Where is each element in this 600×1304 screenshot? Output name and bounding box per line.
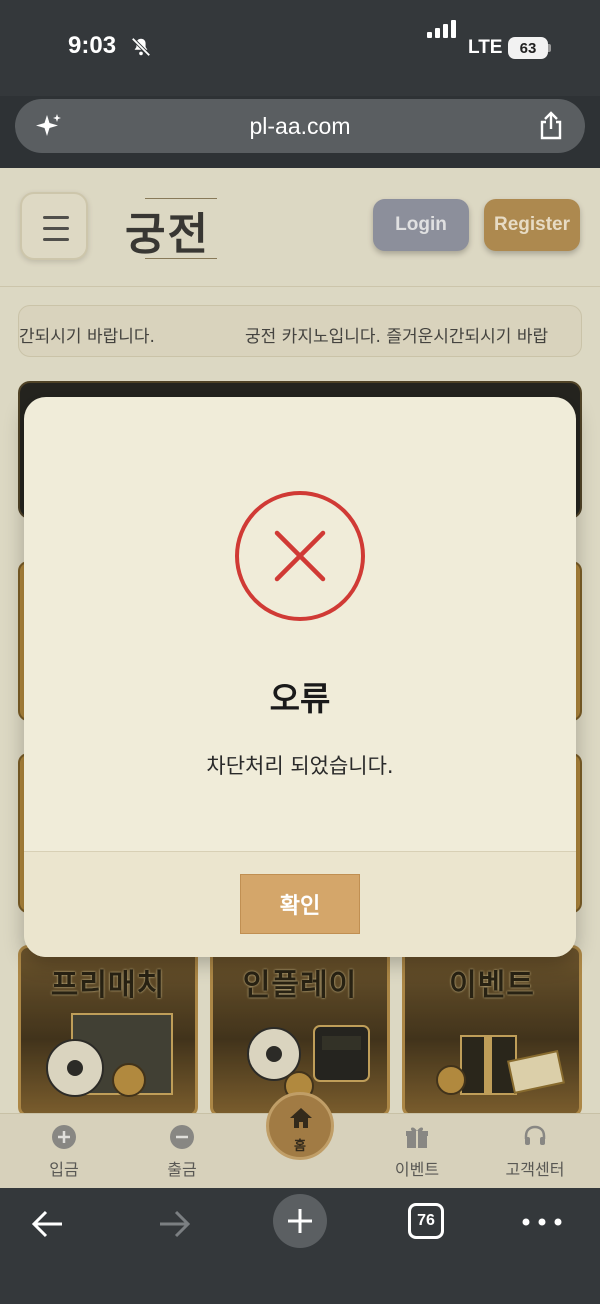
- share-icon[interactable]: [537, 111, 565, 141]
- battery-tip: [548, 44, 551, 52]
- more-dots-icon[interactable]: [522, 1218, 562, 1226]
- dialog-title: 오류: [269, 679, 331, 718]
- error-x-icon: [235, 491, 365, 621]
- status-time: 9:03: [68, 32, 117, 59]
- tabs-button[interactable]: 76: [408, 1203, 444, 1239]
- dialog-message: 차단처리 되었습니다.: [206, 754, 394, 778]
- new-tab-button[interactable]: [273, 1194, 327, 1248]
- battery-level: 63: [519, 39, 537, 57]
- forward-arrow-icon[interactable]: [154, 1204, 194, 1244]
- status-bar: 9:03 LTE 63: [0, 0, 600, 96]
- back-arrow-icon[interactable]: [28, 1204, 68, 1244]
- bell-muted-icon: [131, 37, 151, 57]
- address-bar[interactable]: pl-aa.com: [15, 99, 585, 153]
- dialog-footer: 확인: [24, 851, 576, 957]
- url-text[interactable]: pl-aa.com: [15, 113, 585, 140]
- browser-toolbar: 76: [0, 1188, 600, 1304]
- error-dialog: 오류 차단처리 되었습니다. 확인: [24, 397, 576, 957]
- battery-icon: 63: [508, 37, 548, 59]
- confirm-button[interactable]: 확인: [240, 874, 360, 934]
- carrier-label: LTE: [468, 37, 503, 58]
- plus-icon: [288, 1209, 312, 1233]
